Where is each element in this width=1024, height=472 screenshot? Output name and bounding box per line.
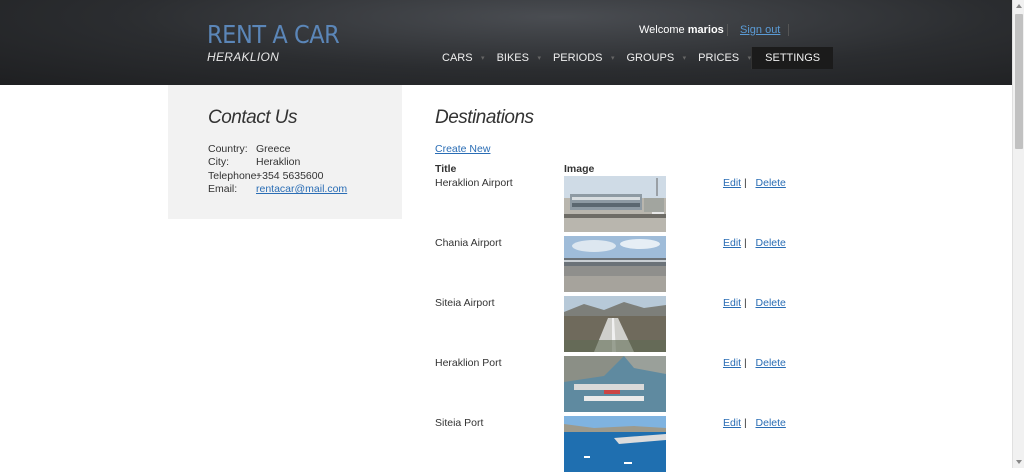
contact-label: Telephone: (208, 170, 260, 182)
nav-periods[interactable]: PERIODS ▾ (541, 47, 615, 69)
contact-value: +354 5635600 (256, 170, 324, 182)
destination-image (564, 296, 666, 352)
destination-title: Siteia Airport (435, 297, 495, 309)
vertical-scrollbar[interactable] (1012, 0, 1024, 468)
nav-cars[interactable]: CARS ▾ (430, 47, 485, 69)
scroll-up-arrow-icon[interactable] (1013, 0, 1024, 12)
row-actions: Edit | Delete (723, 177, 786, 189)
contact-city: City: Heraklion (208, 156, 300, 168)
edit-link[interactable]: Edit (723, 297, 741, 309)
action-separator: | (744, 237, 747, 249)
contact-label: City: (208, 156, 229, 168)
contact-value: Greece (256, 143, 291, 155)
nav-label: PERIODS (552, 52, 603, 64)
edit-link[interactable]: Edit (723, 417, 741, 429)
column-header-title: Title (435, 163, 457, 175)
destination-title: Chania Airport (435, 237, 502, 249)
nav-settings[interactable]: SETTINGS (751, 47, 834, 69)
row-actions: Edit | Delete (723, 297, 786, 309)
row-actions: Edit | Delete (723, 237, 786, 249)
divider (788, 24, 789, 36)
destination-image (564, 176, 666, 232)
column-header-image: Image (564, 163, 595, 175)
delete-link[interactable]: Delete (756, 357, 786, 369)
action-separator: | (744, 357, 747, 369)
row-actions: Edit | Delete (723, 417, 786, 429)
delete-link[interactable]: Delete (756, 297, 786, 309)
contact-heading: Contact Us (208, 107, 297, 128)
nav-bikes[interactable]: BIKES ▾ (485, 47, 541, 69)
delete-link[interactable]: Delete (756, 417, 786, 429)
divider (727, 24, 728, 36)
logo-title[interactable]: RENT A CAR (207, 20, 340, 49)
contact-label: Email: (208, 183, 238, 195)
nav-label: PRICES (698, 52, 740, 64)
destination-title: Siteia Port (435, 417, 484, 429)
welcome-message: Welcome marios (639, 24, 724, 36)
welcome-prefix: Welcome (639, 24, 685, 36)
logo-subtitle: HERAKLION (207, 50, 280, 64)
destination-title: Heraklion Airport (435, 177, 513, 189)
delete-link[interactable]: Delete (756, 237, 786, 249)
nav-label: SETTINGS (765, 52, 821, 64)
create-new-link[interactable]: Create New (435, 143, 490, 155)
nav-prices[interactable]: PRICES ▾ (686, 47, 751, 69)
delete-link[interactable]: Delete (756, 177, 786, 189)
email-link[interactable]: rentacar@mail.com (256, 183, 347, 195)
destinations-heading: Destinations (435, 107, 534, 128)
action-separator: | (744, 177, 747, 189)
action-separator: | (744, 417, 747, 429)
contact-value: Heraklion (256, 156, 301, 168)
scrollbar-thumb[interactable] (1015, 14, 1023, 149)
sign-out-link[interactable]: Sign out (740, 24, 780, 36)
nav-label: BIKES (496, 52, 529, 64)
main-nav: CARS ▾ BIKES ▾ PERIODS ▾ GROUPS ▾ PRICES ▾ SE… (430, 47, 834, 69)
contact-country: Country: Greece (208, 143, 290, 155)
action-separator: | (744, 297, 747, 309)
destination-title: Heraklion Port (435, 357, 502, 369)
edit-link[interactable]: Edit (723, 237, 741, 249)
contact-telephone: Telephone:+354 5635600 (208, 170, 323, 182)
contact-email: Email: rentacar@mail.com (208, 183, 347, 195)
edit-link[interactable]: Edit (723, 177, 741, 189)
site-header: RENT A CAR HERAKLION Welcome marios Sign… (0, 0, 1012, 85)
nav-label: CARS (442, 52, 473, 64)
nav-label: GROUPS (626, 52, 675, 64)
nav-groups[interactable]: GROUPS ▾ (614, 47, 686, 69)
destination-image (564, 416, 666, 472)
destination-image (564, 236, 666, 292)
username: marios (687, 24, 724, 36)
destination-image (564, 356, 666, 412)
row-actions: Edit | Delete (723, 357, 786, 369)
contact-label: Country: (208, 143, 248, 155)
scroll-down-arrow-icon[interactable] (1013, 456, 1024, 468)
edit-link[interactable]: Edit (723, 357, 741, 369)
